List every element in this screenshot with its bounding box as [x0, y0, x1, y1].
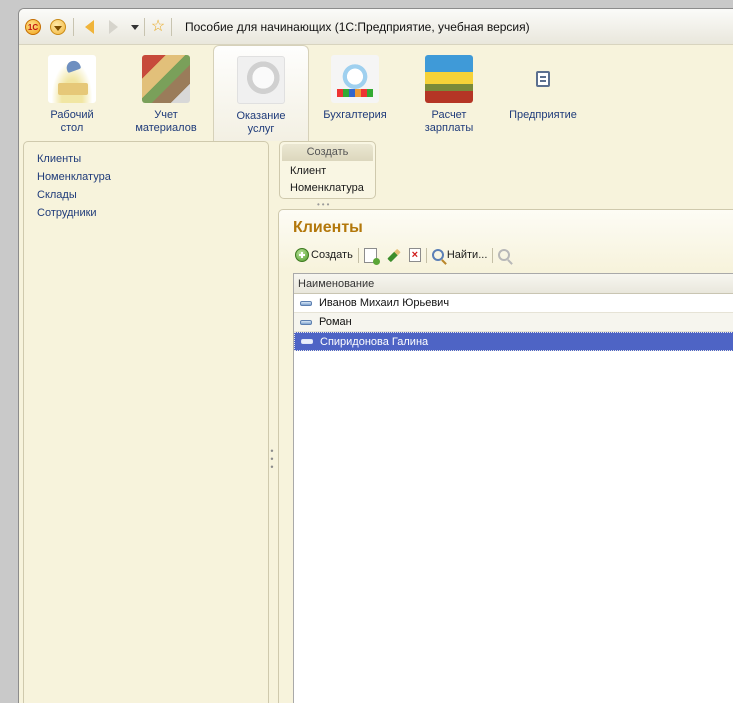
- divider: [144, 18, 145, 36]
- favorites-star-icon[interactable]: ☆: [150, 19, 166, 35]
- section-label: Расчет зарплаты: [424, 109, 474, 134]
- create-nomenclature-link[interactable]: Номенклатура: [280, 180, 375, 197]
- back-arrow-icon[interactable]: [81, 19, 97, 35]
- divider: [425, 247, 427, 263]
- search-icon: [431, 249, 444, 261]
- row-name: Иванов Михаил Юрьевич: [319, 297, 450, 309]
- row-name: Роман: [319, 316, 352, 328]
- catalog-item-icon: [300, 300, 312, 306]
- plus-icon: [295, 248, 309, 262]
- catalog-item-icon: [300, 319, 312, 325]
- window-title: Пособие для начинающих (1С:Предприятие, …: [185, 20, 530, 34]
- find-button-label: Найти...: [446, 249, 488, 261]
- clients-table: Наименование Иванов Михаил Юрьевич Роман…: [293, 273, 733, 703]
- section-enterprise[interactable]: Предприятие: [501, 45, 585, 141]
- edit-button[interactable]: [387, 246, 401, 264]
- section-label: Рабочий стол: [50, 109, 94, 134]
- nav-item-employees[interactable]: Сотрудники: [24, 204, 268, 222]
- table-row[interactable]: Роман: [294, 313, 733, 332]
- create-button[interactable]: Создать: [295, 246, 353, 264]
- resize-grip[interactable]: •••: [317, 200, 331, 209]
- divider: [171, 18, 172, 36]
- pencil-icon: [387, 248, 401, 262]
- create-button-label: Создать: [311, 249, 353, 261]
- create-client-link[interactable]: Клиент: [280, 163, 375, 180]
- materials-icon: [142, 55, 190, 103]
- nav-item-warehouses[interactable]: Склады: [24, 186, 268, 204]
- cancel-search-icon: [498, 249, 511, 261]
- section-label: Предприятие: [509, 109, 577, 121]
- section-desktop[interactable]: Рабочий стол: [27, 45, 117, 141]
- 1c-logo-icon[interactable]: 1С: [25, 19, 41, 35]
- section-label: Учет материалов: [135, 109, 197, 134]
- divider: [73, 18, 74, 36]
- clients-list-form: Клиенты Создать × Найти... Наименование …: [278, 209, 733, 703]
- sections-panel: Рабочий стол Учет материалов Оказание ус…: [19, 45, 733, 141]
- desktop-lamp-icon: [48, 55, 96, 103]
- section-materials[interactable]: Учет материалов: [123, 45, 209, 141]
- copy-icon: [363, 247, 380, 265]
- nav-item-clients[interactable]: Клиенты: [24, 150, 268, 168]
- enterprise-icon: [519, 55, 567, 103]
- main-menu-icon[interactable]: [50, 19, 66, 35]
- create-panel-header: Создать: [282, 144, 373, 161]
- section-services[interactable]: Оказание услуг: [213, 45, 309, 141]
- divider: [492, 247, 494, 263]
- page-title: Клиенты: [293, 219, 363, 236]
- section-label: Бухгалтерия: [323, 109, 387, 121]
- catalog-item-icon: [301, 339, 313, 344]
- copy-button[interactable]: [363, 246, 380, 265]
- section-accounting[interactable]: Бухгалтерия: [315, 45, 395, 141]
- salary-icon: [425, 55, 473, 103]
- find-button[interactable]: Найти...: [431, 246, 488, 264]
- cancel-search-button[interactable]: [498, 246, 511, 264]
- table-row[interactable]: Иванов Михаил Юрьевич: [294, 294, 733, 313]
- create-panel: Создать Клиент Номенклатура: [279, 141, 376, 199]
- services-icon: [237, 56, 285, 104]
- delete-icon: ×: [408, 248, 421, 262]
- title-bar: 1С ☆ Пособие для начинающих (1С:Предприя…: [19, 9, 733, 45]
- content-area: Клиенты Номенклатура Склады Сотрудники •…: [19, 141, 733, 703]
- section-salary[interactable]: Расчет зарплаты: [407, 45, 491, 141]
- delete-button[interactable]: ×: [408, 246, 421, 264]
- nav-item-nomenclature[interactable]: Номенклатура: [24, 168, 268, 186]
- form-toolbar: Создать × Найти...: [295, 246, 511, 265]
- forward-arrow-icon[interactable]: [105, 19, 121, 35]
- divider: [357, 247, 359, 263]
- panel-splitter-handle[interactable]: • • •: [270, 447, 274, 472]
- history-dropdown-icon[interactable]: [127, 19, 143, 35]
- accounting-icon: [331, 55, 379, 103]
- column-header-name[interactable]: Наименование: [294, 274, 733, 294]
- row-name: Спиридонова Галина: [320, 335, 429, 348]
- table-row-selected[interactable]: Спиридонова Галина: [294, 332, 733, 351]
- navigation-panel: Клиенты Номенклатура Склады Сотрудники: [23, 141, 269, 703]
- app-window: 1С ☆ Пособие для начинающих (1С:Предприя…: [18, 8, 733, 703]
- section-label: Оказание услуг: [236, 110, 286, 135]
